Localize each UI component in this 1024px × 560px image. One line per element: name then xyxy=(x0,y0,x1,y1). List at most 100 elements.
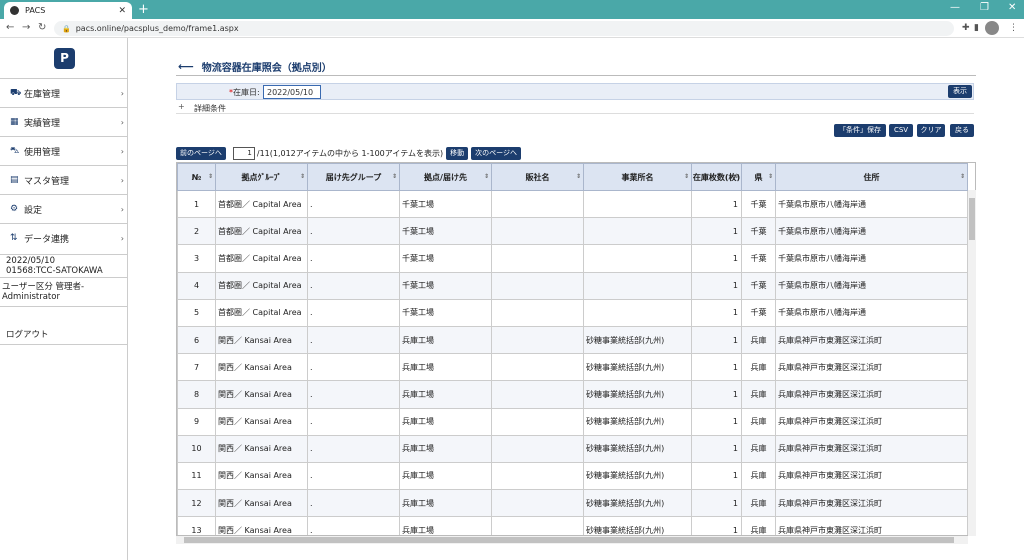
detail-conditions[interactable]: + 詳細条件 xyxy=(176,101,974,114)
table-cell: 千葉 xyxy=(741,189,776,219)
column-header[interactable]: 販社名 ⇕ xyxy=(491,163,584,191)
url-text: pacs.online/pacsplus_demo/frame1.aspx xyxy=(75,24,239,33)
sort-icon[interactable]: ⇕ xyxy=(208,173,213,180)
table-cell: 砂糖事業統括部(九州) xyxy=(583,325,692,355)
sidebar-item-label: 在庫管理 xyxy=(24,89,61,100)
table-cell: 9 xyxy=(177,407,216,436)
logout-link[interactable]: ログアウト xyxy=(6,328,134,340)
table-cell xyxy=(491,189,584,219)
tab-close-icon[interactable]: ✕ xyxy=(118,6,126,16)
table-row[interactable]: 7 関西／ Kansai Area. 兵庫工場 砂糖事業統括部(九州) 1 兵庫 兵庫県神戸… xyxy=(177,353,968,382)
table-cell: . xyxy=(307,353,400,382)
sidebar-item-data-link[interactable]: ⇅ データ連携 › xyxy=(0,223,128,252)
sort-icon[interactable]: ⇕ xyxy=(484,173,489,180)
divider xyxy=(0,306,128,307)
scroll-thumb[interactable] xyxy=(184,537,954,543)
table-cell: 千葉県市原市八幡海岸通 xyxy=(775,244,968,273)
table-cell: . xyxy=(307,298,400,327)
column-header[interactable]: 在庫枚数(枚) ⇕ xyxy=(691,163,742,191)
table-cell: 関西／ Kansai Area xyxy=(215,461,308,491)
table-row[interactable]: 13 関西／ Kansai Area. 兵庫工場 砂糖事業統括部(九州) 1 兵庫 兵庫県神… xyxy=(177,516,968,535)
save-condition-button[interactable]: 「条件」保存 xyxy=(834,124,886,137)
column-header[interactable]: № ⇕ xyxy=(177,163,216,191)
expand-icon[interactable]: + xyxy=(178,102,185,111)
avatar[interactable] xyxy=(985,21,999,35)
display-button[interactable]: 表示 xyxy=(948,85,972,98)
url-field[interactable]: 🔒 pacs.online/pacsplus_demo/frame1.aspx xyxy=(54,21,954,36)
browser-tab[interactable]: PACS ✕ xyxy=(4,2,132,19)
horizontal-scrollbar[interactable] xyxy=(176,536,968,544)
menu-dots-icon[interactable]: ⋮ xyxy=(1009,23,1018,33)
table-cell xyxy=(491,461,584,491)
csv-button[interactable]: CSV xyxy=(889,124,913,137)
table-row[interactable]: 4 首都圏／ Capital Area. 千葉工場 1 千葉 千葉県市原市八幡海岸通 xyxy=(177,271,968,300)
table-cell: 兵庫 xyxy=(741,353,776,382)
table-row[interactable]: 11 関西／ Kansai Area. 兵庫工場 砂糖事業統括部(九州) 1 兵庫 兵庫県神… xyxy=(177,461,968,491)
table-cell: 千葉県市原市八幡海岸通 xyxy=(775,189,968,219)
table-cell xyxy=(491,244,584,273)
back-button[interactable]: 戻る xyxy=(950,124,974,137)
table-row[interactable]: 3 首都圏／ Capital Area. 千葉工場 1 千葉 千葉県市原市八幡海岸通 xyxy=(177,244,968,273)
table-cell: . xyxy=(307,271,400,300)
sidebar-item-settings[interactable]: ⚙ 設定 › xyxy=(0,194,128,223)
next-page-button[interactable]: 次のページへ xyxy=(471,146,521,160)
sidebar-item-inventory[interactable]: ⛟ 在庫管理 › xyxy=(0,78,128,107)
table-cell: 千葉工場 xyxy=(399,298,492,327)
column-header-label: 届け先グループ xyxy=(325,172,382,182)
column-header[interactable]: 事業所名 ⇕ xyxy=(583,163,692,191)
sidebar-item-usage[interactable]: ⛍ 使用管理 › xyxy=(0,136,128,165)
sort-icon[interactable]: ⇕ xyxy=(392,173,397,180)
sort-icon[interactable]: ⇕ xyxy=(960,173,965,180)
back-arrow-icon[interactable]: ← xyxy=(6,22,14,33)
column-header[interactable]: 拠点ｸﾞﾙｰﾌﾟ ⇕ xyxy=(215,163,308,191)
table-cell: 1 xyxy=(691,434,742,463)
column-header[interactable]: 届け先グループ ⇕ xyxy=(307,163,400,191)
table-row[interactable]: 5 首都圏／ Capital Area. 千葉工場 1 千葉 千葉県市原市八幡海岸通 xyxy=(177,298,968,327)
sort-icon[interactable]: ⇕ xyxy=(300,173,305,180)
forward-arrow-icon[interactable]: → xyxy=(22,22,30,33)
reload-icon[interactable]: ↻ xyxy=(38,22,46,33)
sidebar-item-master[interactable]: ▤ マスタ管理 › xyxy=(0,165,128,194)
column-header[interactable]: 住所 ⇕ xyxy=(775,163,968,191)
sidebar-item-results[interactable]: ▦ 実績管理 › xyxy=(0,107,128,136)
back-arrow-icon[interactable]: ⟵ xyxy=(178,60,194,73)
column-header[interactable]: 拠点/届け先 ⇕ xyxy=(399,163,492,191)
extensions-icon[interactable]: ✚ xyxy=(962,23,970,33)
app-logo[interactable]: P xyxy=(54,48,75,69)
table-row[interactable]: 2 首都圏／ Capital Area. 千葉工場 1 千葉 千葉県市原市八幡海岸通 xyxy=(177,217,968,246)
table-row[interactable]: 12 関西／ Kansai Area. 兵庫工場 砂糖事業統括部(九州) 1 兵庫 兵庫県神… xyxy=(177,489,968,518)
page-number-input[interactable]: 1 xyxy=(232,146,255,160)
table-cell xyxy=(491,489,584,518)
sidepanel-icon[interactable]: ▮ xyxy=(974,23,979,33)
table-cell: 千葉県市原市八幡海岸通 xyxy=(775,271,968,300)
prev-page-button[interactable]: 前のページへ xyxy=(176,146,226,160)
sort-icon[interactable]: ⇕ xyxy=(684,173,689,180)
table-row[interactable]: 9 関西／ Kansai Area. 兵庫工場 砂糖事業統括部(九州) 1 兵庫 兵庫県神戸… xyxy=(177,407,968,436)
table-cell: 兵庫工場 xyxy=(399,325,492,355)
table-row[interactable]: 10 関西／ Kansai Area. 兵庫工場 砂糖事業統括部(九州) 1 兵庫 兵庫県神… xyxy=(177,434,968,463)
sort-icon[interactable]: ⇕ xyxy=(768,173,773,180)
vertical-scrollbar[interactable] xyxy=(968,190,976,536)
table-cell: 関西／ Kansai Area xyxy=(215,434,308,463)
table-cell: 4 xyxy=(177,271,216,300)
restore-icon[interactable]: ❐ xyxy=(980,2,989,13)
clear-button[interactable]: クリア xyxy=(917,124,945,137)
table-cell: 2 xyxy=(177,217,216,246)
move-button[interactable]: 移動 xyxy=(446,146,469,160)
table-row[interactable]: 8 関西／ Kansai Area. 兵庫工場 砂糖事業統括部(九州) 1 兵庫 兵庫県神戸… xyxy=(177,380,968,409)
sort-icon[interactable]: ⇕ xyxy=(734,173,739,180)
table-row[interactable]: 6 関西／ Kansai Area. 兵庫工場 砂糖事業統括部(九州) 1 兵庫 兵庫県神戸… xyxy=(177,325,968,355)
table-cell: 砂糖事業統括部(九州) xyxy=(583,380,692,409)
window-close-icon[interactable]: ✕ xyxy=(1008,2,1016,13)
scroll-thumb[interactable] xyxy=(969,198,975,240)
minimize-icon[interactable]: — xyxy=(950,2,960,13)
pagination: 前のページへ 1 /11(1,012アイテムの中から 1-100アイテムを表示)… xyxy=(176,146,524,160)
stock-date-input[interactable]: 2022/05/10 xyxy=(263,85,321,99)
sort-icon[interactable]: ⇕ xyxy=(576,173,581,180)
column-header[interactable]: 県 ⇕ xyxy=(741,163,776,191)
table-cell: 3 xyxy=(177,244,216,273)
table-cell: . xyxy=(307,244,400,273)
new-tab-button[interactable]: + xyxy=(138,2,149,17)
table-row[interactable]: 1 首都圏／ Capital Area. 千葉工場 1 千葉 千葉県市原市八幡海岸通 xyxy=(177,189,968,219)
file-icon: ▤ xyxy=(10,175,19,185)
